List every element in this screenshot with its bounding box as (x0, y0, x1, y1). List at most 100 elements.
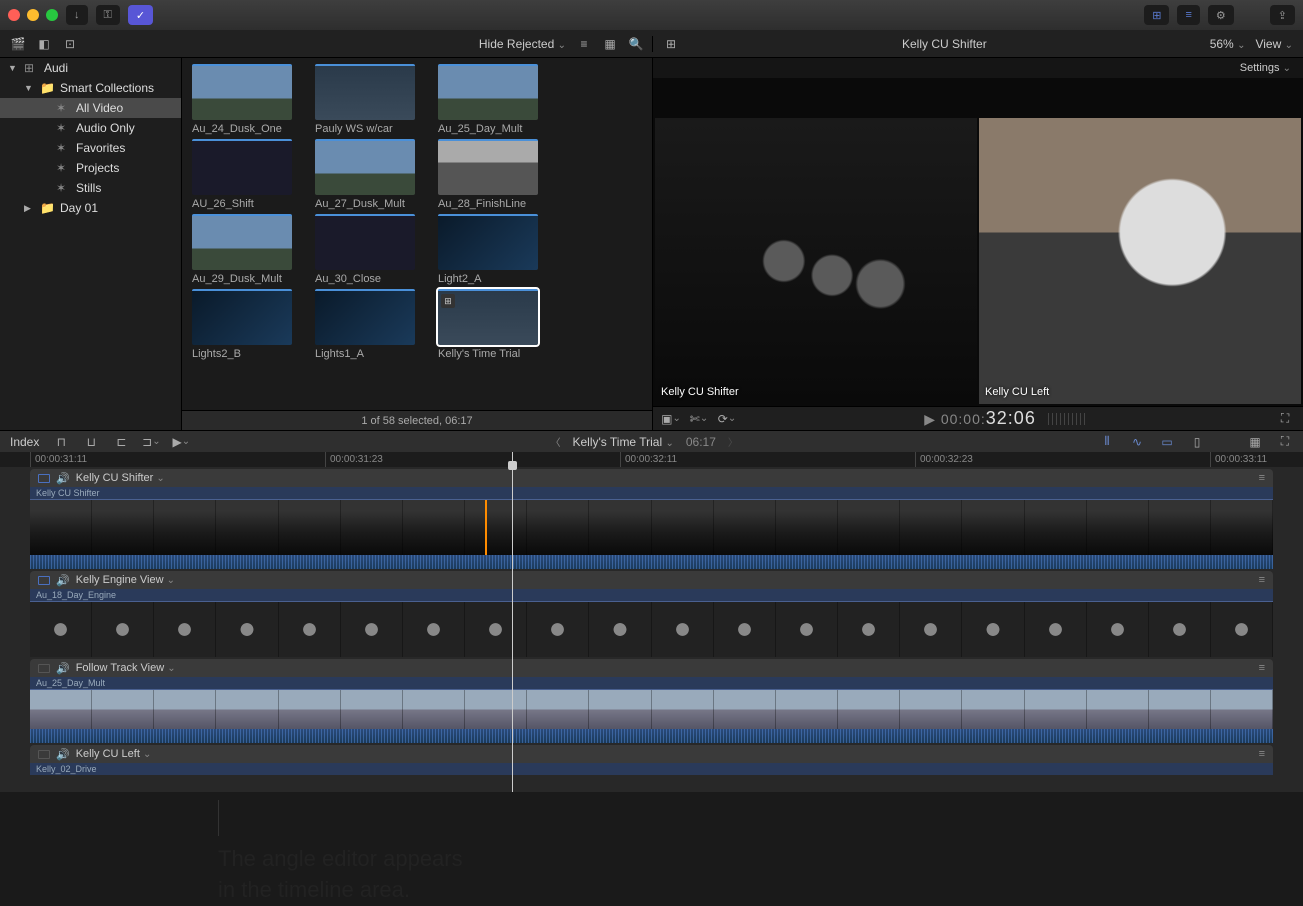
monitor-audio-icon[interactable]: 🔊 (56, 574, 70, 587)
clip-item[interactable]: Au_28_FinishLine (438, 139, 543, 210)
clip-item[interactable]: AU_26_Shift (192, 139, 297, 210)
angle-header[interactable]: 🔊 Follow Track View ⌄ ≡ (30, 659, 1273, 677)
viewer-settings-dropdown[interactable]: Settings ⌄ (653, 58, 1303, 78)
clip-item[interactable]: Au_24_Dusk_One (192, 64, 297, 135)
sidebar-item-stills[interactable]: ✶Stills (0, 178, 181, 198)
clip-item[interactable]: Pauly WS w/car (315, 64, 420, 135)
timeline-history-back[interactable]: 〈 (550, 434, 560, 449)
close-window-button[interactable] (8, 9, 20, 21)
zoom-window-button[interactable] (46, 9, 58, 21)
angle-viewer-right[interactable]: Kelly CU Left (979, 118, 1301, 404)
sidebar-item-day-01[interactable]: ▶📁Day 01 (0, 198, 181, 218)
connect-clip-icon[interactable]: ⊓ (53, 434, 69, 450)
angle-menu-icon[interactable]: ≡ (1259, 472, 1265, 484)
clips-grid: Au_24_Dusk_One Pauly WS w/car Au_25_Day_Mu… (182, 58, 652, 410)
timeline-history-fwd[interactable]: 〉 (728, 434, 738, 449)
monitor-video-icon[interactable] (38, 576, 50, 585)
key-icon: ⚿ (104, 9, 112, 22)
angle-menu-icon[interactable]: ≡ (1259, 574, 1265, 586)
angle-menu-icon[interactable]: ≡ (1259, 748, 1265, 760)
angle-name-dropdown[interactable]: Kelly CU Left ⌄ (76, 748, 152, 760)
angle-lane[interactable]: 🔊 Follow Track View ⌄ ≡ Au_25_Day_Mult (30, 659, 1273, 743)
monitor-video-icon[interactable] (38, 664, 50, 673)
append-clip-icon[interactable]: ⊏ (113, 434, 129, 450)
overwrite-clip-icon[interactable]: ⊐ ⌄ (143, 434, 159, 450)
fullscreen-icon[interactable]: ⛶ (1277, 411, 1293, 427)
tool-select-icon[interactable]: ▶ ⌄ (173, 434, 189, 450)
library-icon[interactable]: 🎬 (10, 36, 26, 52)
zoom-dropdown[interactable]: 56% ⌄ (1210, 37, 1246, 51)
clip-item[interactable]: Au_30_Close (315, 214, 420, 285)
clip-item[interactable]: Au_25_Day_Mult (438, 64, 543, 135)
angle-viewer-left[interactable]: Kelly CU Shifter (655, 118, 977, 404)
transform-icon[interactable]: ▣ ⌄ (663, 411, 679, 427)
clip-item[interactable]: Lights1_A (315, 289, 420, 360)
browser-toggle-button[interactable]: ⊞ (1144, 5, 1169, 25)
sidebar-item-projects[interactable]: ✶Projects (0, 158, 181, 178)
retime-icon[interactable]: ✄ ⌄ (691, 411, 707, 427)
timeline-ruler[interactable]: 00:00:31:1100:00:31:2300:00:32:1100:00:3… (0, 452, 1303, 467)
clip-item[interactable]: Au_27_Dusk_Mult (315, 139, 420, 210)
angle-header[interactable]: 🔊 Kelly CU Left ⌄ ≡ (30, 745, 1273, 763)
sidebar-item-audi[interactable]: ▼⊞Audi (0, 58, 181, 78)
monitor-audio-icon[interactable]: 🔊 (56, 472, 70, 485)
index-button[interactable]: Index (10, 435, 39, 449)
monitor-video-icon[interactable] (38, 750, 50, 759)
sidebar-item-favorites[interactable]: ✶Favorites (0, 138, 181, 158)
angle-lane[interactable]: 🔊 Kelly CU Left ⌄ ≡ Kelly_02_Drive (30, 745, 1273, 775)
angle-lane[interactable]: 🔊 Kelly Engine View ⌄ ≡ Au_18_Day_Engine (30, 571, 1273, 657)
view-dropdown[interactable]: View ⌄ (1255, 37, 1293, 51)
angle-filmstrip[interactable] (30, 689, 1273, 729)
photos-icon[interactable]: ◧ (36, 36, 52, 52)
angle-viewer-icon[interactable]: ⊞ (663, 36, 679, 52)
angle-filmstrip[interactable] (30, 499, 1273, 555)
share-button[interactable]: ⇪ (1270, 5, 1295, 25)
insert-clip-icon[interactable]: ⊔ (83, 434, 99, 450)
monitor-video-icon[interactable] (38, 474, 50, 483)
monitor-audio-icon[interactable]: 🔊 (56, 662, 70, 675)
timecode-display[interactable]: ▶ 00:00:32:06 (924, 408, 1036, 429)
angle-waveform[interactable] (30, 729, 1273, 743)
background-tasks-button[interactable]: ✓ (128, 5, 153, 25)
enhance-icon[interactable]: ⟳ ⌄ (719, 411, 735, 427)
search-icon[interactable]: 🔍 (628, 36, 644, 52)
clip-appearance-icon[interactable]: ▦ (1247, 434, 1263, 450)
clip-item[interactable]: Lights2_B (192, 289, 297, 360)
angle-header[interactable]: 🔊 Kelly CU Shifter ⌄ ≡ (30, 469, 1273, 487)
angle-menu-icon[interactable]: ≡ (1259, 662, 1265, 674)
clip-item[interactable]: ⊞Kelly's Time Trial (438, 289, 543, 360)
inspector-toggle-button[interactable]: ⚙ (1208, 5, 1234, 25)
minimize-window-button[interactable] (27, 9, 39, 21)
angle-waveform[interactable] (30, 555, 1273, 569)
angle-name-dropdown[interactable]: Kelly CU Shifter ⌄ (76, 472, 165, 484)
angle-lane[interactable]: 🔊 Kelly CU Shifter ⌄ ≡ Kelly CU Shifter (30, 469, 1273, 569)
import-button[interactable]: ↓ (66, 5, 88, 25)
timeline-fullscreen-icon[interactable]: ⛶ (1277, 434, 1293, 450)
audio-meter (1048, 413, 1088, 425)
clip-appearance-icon[interactable]: ≡ (576, 36, 592, 52)
sidebar-item-all-video[interactable]: ✶All Video (0, 98, 181, 118)
keyword-editor-button[interactable]: ⚿ (96, 5, 120, 25)
snapping-icon[interactable]: ▯ (1189, 434, 1205, 450)
clip-item[interactable]: Au_29_Dusk_Mult (192, 214, 297, 285)
angle-header[interactable]: 🔊 Kelly Engine View ⌄ ≡ (30, 571, 1273, 589)
filter-dropdown[interactable]: Hide Rejected ⌄ (479, 37, 566, 51)
skimming-icon[interactable]: ⫴ (1099, 434, 1115, 450)
clip-item[interactable]: Light2_A (438, 214, 543, 285)
titles-icon[interactable]: ⊡ (62, 36, 78, 52)
angle-editor[interactable]: 00:00:31:1100:00:31:2300:00:32:1100:00:3… (0, 452, 1303, 792)
sidebar-item-audio-only[interactable]: ✶Audio Only (0, 118, 181, 138)
project-name-dropdown[interactable]: Kelly's Time Trial ⌄ (572, 435, 673, 449)
solo-icon[interactable]: ▭ (1159, 434, 1175, 450)
viewer-controls: ▣ ⌄ ✄ ⌄ ⟳ ⌄ ▶ 00:00:32:06 ⛶ (653, 406, 1303, 430)
angle-name-dropdown[interactable]: Kelly Engine View ⌄ (76, 574, 175, 586)
angle-filmstrip[interactable] (30, 601, 1273, 657)
secondary-toolbar: 🎬 ◧ ⊡ Hide Rejected ⌄ ≡ ▦ 🔍 ⊞ Kelly CU S… (0, 30, 1303, 58)
monitor-audio-icon[interactable]: 🔊 (56, 748, 70, 761)
sidebar-item-smart-collections[interactable]: ▼📁Smart Collections (0, 78, 181, 98)
angle-name-dropdown[interactable]: Follow Track View ⌄ (76, 662, 176, 674)
audio-skimming-icon[interactable]: ∿ (1129, 434, 1145, 450)
list-view-icon[interactable]: ▦ (602, 36, 618, 52)
playhead[interactable] (512, 452, 513, 792)
timeline-toggle-button[interactable]: ≡ (1177, 5, 1199, 25)
